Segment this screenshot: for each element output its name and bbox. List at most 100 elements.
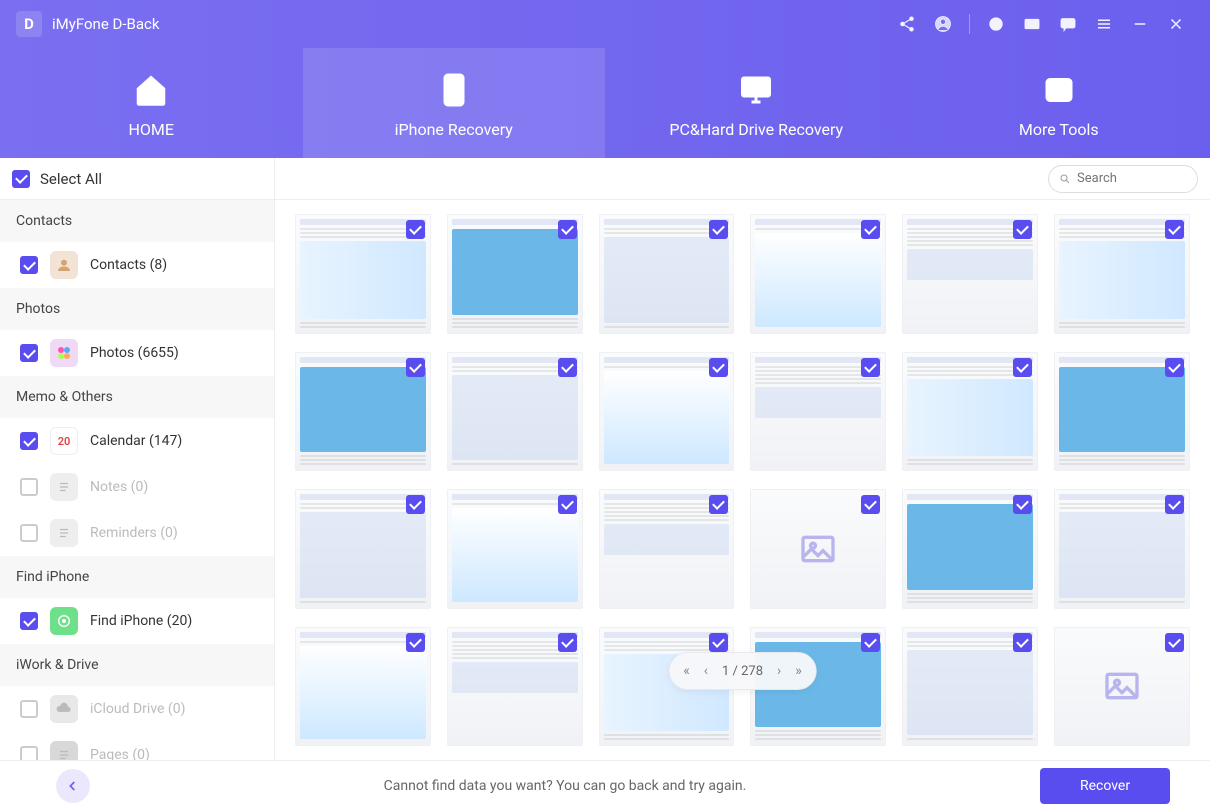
pager-text: 1 / 278 bbox=[722, 664, 763, 679]
chat-icon[interactable] bbox=[1054, 10, 1082, 38]
tab-more-tools[interactable]: More Tools bbox=[908, 48, 1210, 158]
tab-label: PC&Hard Drive Recovery bbox=[669, 120, 843, 139]
photo-thumbnail[interactable] bbox=[750, 352, 886, 472]
thumbnail-checkbox[interactable] bbox=[709, 358, 728, 377]
photo-thumbnail[interactable] bbox=[447, 627, 583, 747]
sidebar-item-checkbox bbox=[20, 700, 38, 718]
thumbnail-checkbox[interactable] bbox=[406, 633, 425, 652]
sidebar-group-header: Find iPhone bbox=[0, 556, 274, 598]
sidebar-item-checkbox[interactable] bbox=[20, 432, 38, 450]
photo-thumbnail[interactable] bbox=[447, 489, 583, 609]
tab-iphone-recovery[interactable]: iPhone Recovery bbox=[303, 48, 606, 158]
photo-thumbnail[interactable] bbox=[447, 352, 583, 472]
sidebar-item-checkbox[interactable] bbox=[20, 256, 38, 274]
photo-thumbnail[interactable] bbox=[1054, 489, 1190, 609]
photo-thumbnail[interactable] bbox=[295, 352, 431, 472]
photo-thumbnail[interactable] bbox=[902, 489, 1038, 609]
phone-refresh-icon bbox=[432, 68, 476, 112]
sidebar-item[interactable]: 20Calendar (147) bbox=[0, 418, 274, 464]
photo-thumbnail[interactable] bbox=[750, 214, 886, 334]
sidebar-item[interactable]: Contacts (8) bbox=[0, 242, 274, 288]
select-all-label: Select All bbox=[40, 170, 102, 188]
sidebar-item-checkbox bbox=[20, 746, 38, 760]
sidebar-item-checkbox bbox=[20, 524, 38, 542]
menu-icon[interactable] bbox=[1090, 10, 1118, 38]
thumbnail-checkbox[interactable] bbox=[861, 495, 880, 514]
sidebar-item: iCloud Drive (0) bbox=[0, 686, 274, 732]
thumbnail-checkbox[interactable] bbox=[558, 220, 577, 239]
minimize-icon[interactable] bbox=[1126, 10, 1154, 38]
thumbnail-checkbox[interactable] bbox=[861, 358, 880, 377]
thumbnail-checkbox[interactable] bbox=[558, 358, 577, 377]
sidebar-item: Pages (0) bbox=[0, 732, 274, 760]
thumbnail-checkbox[interactable] bbox=[709, 220, 728, 239]
photo-thumbnail[interactable] bbox=[902, 627, 1038, 747]
search-box[interactable] bbox=[1048, 165, 1198, 193]
select-all-row[interactable]: Select All bbox=[0, 158, 274, 200]
photo-thumbnail[interactable] bbox=[750, 489, 886, 609]
photo-thumbnail[interactable] bbox=[902, 352, 1038, 472]
thumbnail-checkbox[interactable] bbox=[1013, 633, 1032, 652]
more-icon bbox=[1037, 68, 1081, 112]
monitor-icon bbox=[734, 68, 778, 112]
thumbnail-checkbox[interactable] bbox=[406, 358, 425, 377]
photo-thumbnail[interactable] bbox=[599, 352, 735, 472]
thumbnail-checkbox[interactable] bbox=[1013, 495, 1032, 514]
thumbnail-checkbox[interactable] bbox=[558, 633, 577, 652]
thumbnail-checkbox[interactable] bbox=[1165, 633, 1184, 652]
thumbnail-checkbox[interactable] bbox=[406, 495, 425, 514]
tab-pc-recovery[interactable]: PC&Hard Drive Recovery bbox=[605, 48, 908, 158]
thumbnail-checkbox[interactable] bbox=[1165, 220, 1184, 239]
main-content: Select All ContactsContacts (8)PhotosPho… bbox=[0, 158, 1210, 760]
back-button[interactable] bbox=[56, 769, 90, 803]
tab-home[interactable]: HOME bbox=[0, 48, 303, 158]
thumbnail-checkbox[interactable] bbox=[861, 220, 880, 239]
thumbnail-checkbox[interactable] bbox=[558, 495, 577, 514]
pager-first[interactable]: « bbox=[683, 663, 690, 679]
home-icon bbox=[129, 68, 173, 112]
thumbnail-checkbox[interactable] bbox=[1165, 495, 1184, 514]
sidebar-item[interactable]: Photos (6655) bbox=[0, 330, 274, 376]
thumbnail-checkbox[interactable] bbox=[406, 220, 425, 239]
photo-thumbnail[interactable] bbox=[447, 214, 583, 334]
photo-thumbnail[interactable] bbox=[1054, 627, 1190, 747]
sidebar-item-checkbox[interactable] bbox=[20, 344, 38, 362]
sidebar-group-header: Photos bbox=[0, 288, 274, 330]
share-icon[interactable] bbox=[893, 10, 921, 38]
search-input[interactable] bbox=[1077, 171, 1187, 186]
mail-icon[interactable] bbox=[1018, 10, 1046, 38]
photo-thumbnail[interactable] bbox=[295, 489, 431, 609]
thumbnail-checkbox[interactable] bbox=[1013, 220, 1032, 239]
pager-last[interactable]: » bbox=[795, 663, 802, 679]
photos-icon bbox=[50, 339, 78, 367]
photo-thumbnail[interactable] bbox=[599, 214, 735, 334]
photo-thumbnail[interactable] bbox=[295, 627, 431, 747]
user-icon[interactable] bbox=[929, 10, 957, 38]
sidebar: Select All ContactsContacts (8)PhotosPho… bbox=[0, 158, 275, 760]
pager-next[interactable]: › bbox=[777, 663, 781, 679]
thumbnail-checkbox[interactable] bbox=[1165, 358, 1184, 377]
sidebar-item[interactable]: Find iPhone (20) bbox=[0, 598, 274, 644]
photo-thumbnail[interactable] bbox=[599, 489, 735, 609]
find-iphone-icon bbox=[50, 607, 78, 635]
sidebar-item-label: Calendar (147) bbox=[90, 433, 182, 449]
search-icon bbox=[1059, 172, 1071, 186]
thumbnail-checkbox[interactable] bbox=[861, 633, 880, 652]
photo-thumbnail[interactable] bbox=[1054, 214, 1190, 334]
sidebar-group-header: iWork & Drive bbox=[0, 644, 274, 686]
close-icon[interactable] bbox=[1162, 10, 1190, 38]
recover-button[interactable]: Recover bbox=[1040, 768, 1170, 804]
photo-thumbnail[interactable] bbox=[1054, 352, 1190, 472]
thumbnail-checkbox[interactable] bbox=[709, 495, 728, 514]
reminders-icon bbox=[50, 519, 78, 547]
thumbnail-checkbox[interactable] bbox=[1013, 358, 1032, 377]
photo-thumbnail[interactable] bbox=[295, 214, 431, 334]
sidebar-item-checkbox[interactable] bbox=[20, 612, 38, 630]
thumbnail-checkbox[interactable] bbox=[709, 633, 728, 652]
contacts-icon bbox=[50, 251, 78, 279]
pager-prev[interactable]: ‹ bbox=[704, 663, 708, 679]
pager: « ‹ 1 / 278 › » bbox=[668, 652, 817, 690]
photo-thumbnail[interactable] bbox=[902, 214, 1038, 334]
select-all-checkbox[interactable] bbox=[12, 170, 30, 188]
target-icon[interactable] bbox=[982, 10, 1010, 38]
